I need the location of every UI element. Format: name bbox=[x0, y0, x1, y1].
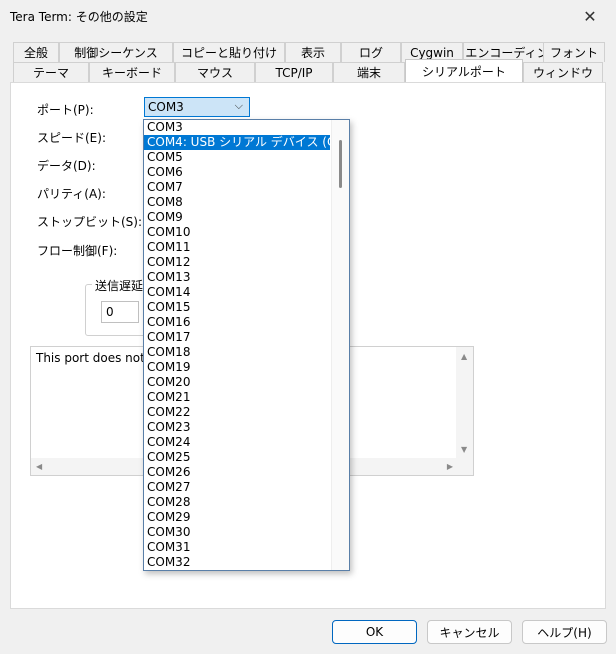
message-vertical-scrollbar[interactable]: ▲ ▼ bbox=[456, 347, 473, 460]
tab-theme[interactable]: テーマ bbox=[13, 62, 89, 82]
port-option[interactable]: COM22 bbox=[144, 405, 330, 420]
cancel-button[interactable]: キャンセル bbox=[427, 620, 512, 644]
port-option[interactable]: COM16 bbox=[144, 315, 330, 330]
port-dropdown-list[interactable]: COM3 COM4: USB シリアル デバイス (COM4) COM5 COM6 CO… bbox=[143, 119, 350, 571]
port-option[interactable]: COM27 bbox=[144, 480, 330, 495]
port-option[interactable]: COM11 bbox=[144, 240, 330, 255]
dropdown-scrollbar[interactable] bbox=[331, 120, 349, 570]
scroll-down-icon[interactable]: ▼ bbox=[461, 445, 467, 454]
port-option[interactable]: COM6 bbox=[144, 165, 330, 180]
port-option[interactable]: COM8 bbox=[144, 195, 330, 210]
port-option[interactable]: COM9 bbox=[144, 210, 330, 225]
port-option[interactable]: COM24 bbox=[144, 435, 330, 450]
tab-log[interactable]: ログ bbox=[341, 42, 401, 62]
window-title: Tera Term: その他の設定 bbox=[10, 10, 148, 24]
port-option[interactable]: COM32 bbox=[144, 555, 330, 570]
transmit-delay-label: 送信遅延 bbox=[92, 277, 147, 294]
port-option[interactable]: COM12 bbox=[144, 255, 330, 270]
data-label: データ(D): bbox=[37, 159, 96, 173]
port-option[interactable]: COM4: USB シリアル デバイス (COM4) bbox=[144, 135, 349, 150]
parity-label: パリティ(A): bbox=[37, 187, 106, 201]
ok-button[interactable]: OK bbox=[332, 620, 417, 644]
tab-mouse[interactable]: マウス bbox=[175, 62, 255, 82]
port-option[interactable]: COM10 bbox=[144, 225, 330, 240]
stopbit-label: ストップビット(S): bbox=[37, 215, 143, 229]
port-option[interactable]: COM3 bbox=[144, 120, 330, 135]
port-option[interactable]: COM25 bbox=[144, 450, 330, 465]
delay-input[interactable]: 0 bbox=[101, 301, 139, 323]
port-options: COM3 COM4: USB シリアル デバイス (COM4) COM5 COM6 CO… bbox=[144, 120, 349, 570]
port-option[interactable]: COM26 bbox=[144, 465, 330, 480]
scroll-up-icon[interactable]: ▲ bbox=[461, 352, 467, 361]
port-option[interactable]: COM30 bbox=[144, 525, 330, 540]
port-option[interactable]: COM18 bbox=[144, 345, 330, 360]
tab-serial-port[interactable]: シリアルポート bbox=[405, 59, 523, 83]
port-option[interactable]: COM29 bbox=[144, 510, 330, 525]
port-option[interactable]: COM31 bbox=[144, 540, 330, 555]
port-option[interactable]: COM7 bbox=[144, 180, 330, 195]
close-button[interactable]: ✕ bbox=[568, 0, 612, 32]
port-option[interactable]: COM13 bbox=[144, 270, 330, 285]
port-option[interactable]: COM14 bbox=[144, 285, 330, 300]
port-option[interactable]: COM17 bbox=[144, 330, 330, 345]
tab-row-2: テーマ キーボード マウス TCP/IP 端末 シリアルポート ウィンドウ bbox=[13, 59, 606, 83]
help-button[interactable]: ヘルプ(H) bbox=[522, 620, 607, 644]
tab-font[interactable]: フォント bbox=[543, 42, 605, 62]
title-bar: Tera Term: その他の設定 ✕ bbox=[0, 0, 616, 32]
dropdown-scroll-thumb[interactable] bbox=[339, 140, 342, 188]
scroll-right-icon[interactable]: ▶ bbox=[447, 462, 453, 471]
flow-control-label: フロー制御(F): bbox=[37, 244, 118, 258]
tab-copy-paste[interactable]: コピーと貼り付け bbox=[173, 42, 285, 62]
tab-keyboard[interactable]: キーボード bbox=[89, 62, 175, 82]
port-option[interactable]: COM15 bbox=[144, 300, 330, 315]
speed-label: スピード(E): bbox=[37, 131, 106, 145]
port-select[interactable]: COM3 ⌵ bbox=[144, 97, 250, 117]
port-option[interactable]: COM19 bbox=[144, 360, 330, 375]
tab-tcpip[interactable]: TCP/IP bbox=[255, 62, 333, 82]
port-option[interactable]: COM21 bbox=[144, 390, 330, 405]
tab-display[interactable]: 表示 bbox=[285, 42, 341, 62]
tab-terminal[interactable]: 端末 bbox=[333, 62, 405, 82]
port-option[interactable]: COM23 bbox=[144, 420, 330, 435]
chevron-down-icon: ⌵ bbox=[234, 99, 243, 112]
port-option[interactable]: COM20 bbox=[144, 375, 330, 390]
port-select-value: COM3 bbox=[148, 100, 184, 114]
port-option[interactable]: COM28 bbox=[144, 495, 330, 510]
tab-general[interactable]: 全般 bbox=[13, 42, 59, 62]
tab-control-sequence[interactable]: 制御シーケンス bbox=[59, 42, 173, 62]
tab-window[interactable]: ウィンドウ bbox=[523, 62, 603, 82]
port-label: ポート(P): bbox=[37, 103, 94, 117]
scrollbar-corner bbox=[456, 458, 473, 475]
port-option[interactable]: COM5 bbox=[144, 150, 330, 165]
scroll-left-icon[interactable]: ◀ bbox=[36, 462, 42, 471]
